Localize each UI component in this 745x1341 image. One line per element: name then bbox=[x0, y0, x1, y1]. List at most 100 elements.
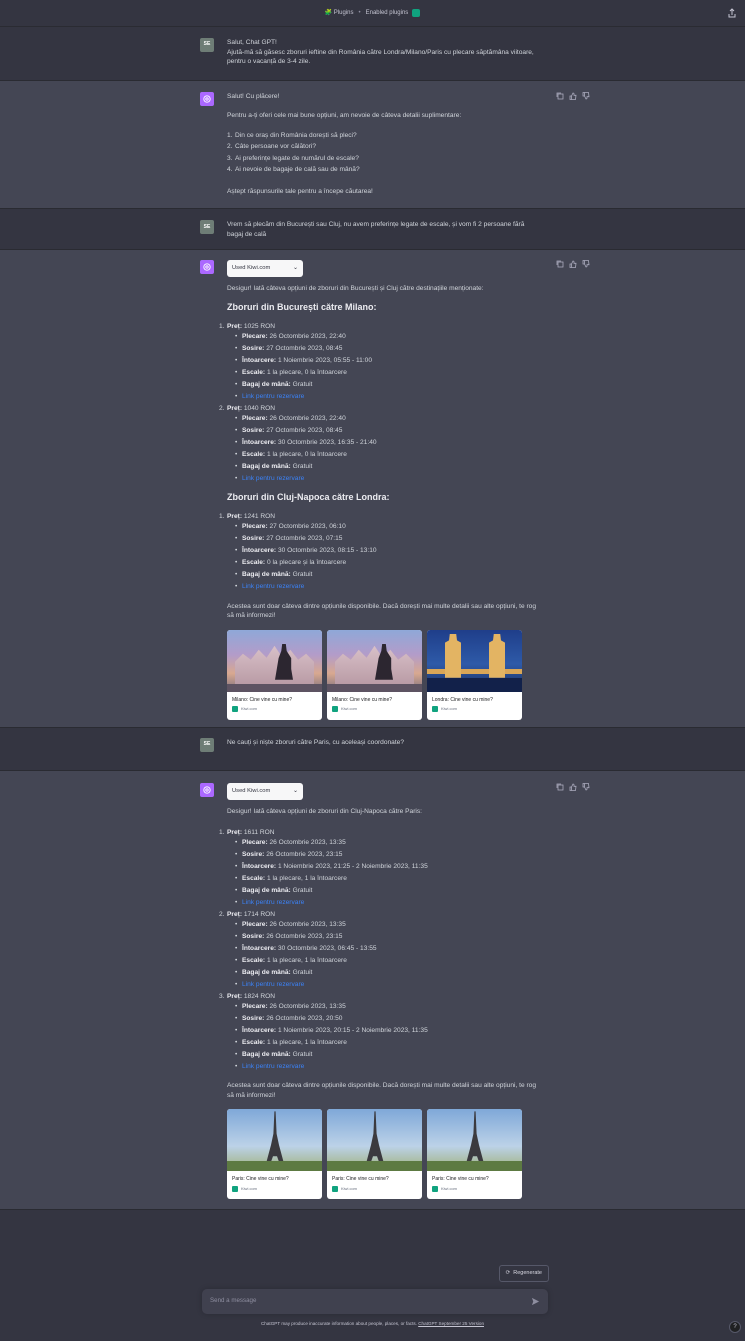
flight-detail: Întoarcere: 1 Noiembrie 2023, 20:15 - 2 … bbox=[235, 1026, 540, 1036]
user-avatar: SE bbox=[200, 220, 214, 235]
help-button[interactable]: ? bbox=[729, 1321, 741, 1333]
eiffel-tower-image bbox=[327, 1109, 422, 1172]
chatgpt-avatar bbox=[200, 782, 214, 797]
card-caption: Londra: Cine vine cu mine? bbox=[432, 696, 493, 703]
card-source: Kiwi.com bbox=[341, 706, 358, 712]
separator-dot: • bbox=[358, 9, 361, 16]
thumbs-up-icon[interactable] bbox=[569, 783, 577, 791]
message-actions bbox=[556, 91, 590, 100]
thumbs-up-icon[interactable] bbox=[569, 92, 577, 100]
flight-detail: Plecare: 26 Octombrie 2023, 13:35 bbox=[235, 920, 540, 930]
flight-detail: Întoarcere: 30 Octombrie 2023, 06:45 - 1… bbox=[235, 944, 540, 954]
flight-option: 3.Preț: 1824 RON Plecare: 26 Octombrie 2… bbox=[219, 992, 540, 1072]
image-cards: Paris: Cine vine cu mine? Kiwi.com Paris… bbox=[227, 1109, 540, 1200]
flight-detail: Escale: 1 la plecare, 0 la întoarcere bbox=[235, 368, 540, 378]
flight-detail: Escale: 1 la plecare, 1 la întoarcere bbox=[235, 874, 540, 884]
booking-link[interactable]: Link pentru rezervare bbox=[235, 474, 540, 484]
thumbs-down-icon[interactable] bbox=[582, 91, 590, 100]
copy-icon[interactable] bbox=[556, 783, 564, 791]
milan-cathedral-image bbox=[327, 629, 422, 692]
enabled-plugins-button[interactable]: Enabled plugins bbox=[366, 9, 409, 18]
copy-icon[interactable] bbox=[556, 92, 564, 100]
chatgpt-avatar bbox=[200, 259, 214, 274]
list-item: 2. Câte persoane vor călători? bbox=[227, 143, 317, 151]
thumbs-up-icon[interactable] bbox=[569, 260, 577, 268]
flight-detail: Plecare: 26 Octombrie 2023, 13:35 bbox=[235, 838, 540, 848]
openai-logo-icon bbox=[203, 786, 211, 794]
message-actions bbox=[556, 782, 590, 791]
card-caption: Milano: Cine vine cu mine? bbox=[332, 696, 393, 703]
question-list: 1. Din ce oraș din România dorești să ple… bbox=[227, 131, 540, 175]
plugin-used-dropdown[interactable]: Used Kiwi.com ⌄ bbox=[227, 782, 303, 800]
refresh-icon: ⟳ bbox=[505, 1269, 511, 1276]
flight-detail: Sosire: 26 Octombrie 2023, 20:50 bbox=[235, 1014, 540, 1024]
message-text: Salut, Chat GPT! bbox=[227, 39, 277, 46]
assistant-message: Used Kiwi.com ⌄ Desigur! Iată câteva opț… bbox=[0, 249, 745, 728]
outro-text: Acestea sunt doar câteva dintre opțiunil… bbox=[227, 602, 536, 620]
booking-link[interactable]: Link pentru rezervare bbox=[235, 1062, 540, 1072]
share-icon[interactable] bbox=[727, 8, 737, 18]
flight-detail: Plecare: 26 Octombrie 2023, 22:40 bbox=[235, 332, 540, 342]
flight-detail: Întoarcere: 1 Noiembrie 2023, 05:55 - 11… bbox=[235, 356, 540, 366]
assistant-message: Salut! Cu plăcere! Pentru a-ți oferi cel… bbox=[0, 80, 745, 210]
user-message: SE Salut, Chat GPT! Ajută-mă să găsesc z… bbox=[0, 27, 745, 81]
card-caption: Paris: Cine vine cu mine? bbox=[432, 1176, 489, 1183]
image-card[interactable]: Milano: Cine vine cu mine? Kiwi.com bbox=[227, 629, 322, 720]
flight-detail: Sosire: 27 Octombrie 2023, 08:45 bbox=[235, 344, 540, 354]
chatgpt-avatar bbox=[200, 91, 214, 106]
thumbs-down-icon[interactable] bbox=[582, 259, 590, 268]
flight-detail: Bagaj de mână: Gratuit bbox=[235, 380, 540, 390]
flight-detail: Întoarcere: 1 Noiembrie 2023, 21:25 - 2 … bbox=[235, 862, 540, 872]
thumbs-down-icon[interactable] bbox=[582, 782, 590, 791]
tower-bridge-image bbox=[427, 629, 522, 692]
booking-link[interactable]: Link pentru rezervare bbox=[235, 392, 540, 402]
section-heading: Zboruri din București către Milano: bbox=[227, 302, 377, 313]
kiwi-icon bbox=[332, 1185, 338, 1192]
image-card[interactable]: Paris: Cine vine cu mine? Kiwi.com bbox=[227, 1109, 322, 1200]
flight-detail: Sosire: 27 Octombrie 2023, 08:45 bbox=[235, 426, 540, 436]
flight-option: 2.Preț: 1040 RON Plecare: 26 Octombrie 2… bbox=[219, 404, 540, 484]
card-source: Kiwi.com bbox=[441, 1185, 458, 1191]
kiwi-icon bbox=[432, 1185, 438, 1192]
intro-text: Desigur! Iată câteva opțiuni de zboruri … bbox=[227, 284, 484, 292]
image-card[interactable]: Milano: Cine vine cu mine? Kiwi.com bbox=[327, 629, 422, 720]
flight-option: 1.Preț: 1241 RON Plecare: 27 Octombrie 2… bbox=[219, 512, 540, 592]
eiffel-tower-image bbox=[227, 1109, 322, 1172]
disclaimer-text: ChatGPT may produce inaccurate informati… bbox=[260, 1321, 417, 1326]
user-message: SE Ne cauți și niște zboruri către Paris… bbox=[0, 727, 745, 771]
list-item: 4. Ai nevoie de bagaje de cală sau de mân… bbox=[227, 166, 360, 174]
flight-detail: Bagaj de mână: Gratuit bbox=[235, 462, 540, 472]
plugin-used-dropdown[interactable]: Used Kiwi.com ⌄ bbox=[227, 259, 303, 277]
booking-link[interactable]: Link pentru rezervare bbox=[235, 898, 540, 908]
image-card[interactable]: Paris: Cine vine cu mine? Kiwi.com bbox=[427, 1109, 522, 1200]
regenerate-button[interactable]: ⟳ Regenerate bbox=[498, 1265, 549, 1282]
send-icon[interactable] bbox=[531, 1297, 540, 1306]
image-card[interactable]: Londra: Cine vine cu mine? Kiwi.com bbox=[427, 629, 522, 720]
card-source: Kiwi.com bbox=[241, 1185, 258, 1191]
kiwi-icon bbox=[232, 1185, 238, 1192]
flight-detail: Întoarcere: 30 Octombrie 2023, 08:15 - 1… bbox=[235, 546, 540, 556]
image-card[interactable]: Paris: Cine vine cu mine? Kiwi.com bbox=[327, 1109, 422, 1200]
flight-detail: Bagaj de mână: Gratuit bbox=[235, 1050, 540, 1060]
list-item: 3. Ai preferințe legate de numărul de esc… bbox=[227, 154, 359, 162]
flight-option: 1.Preț: 1025 RON Plecare: 26 Octombrie 2… bbox=[219, 322, 540, 402]
composer-area: ⟳ Regenerate Send a message ChatGPT may … bbox=[0, 1251, 745, 1341]
top-bar: 🧩 Plugins • Enabled plugins bbox=[0, 0, 745, 27]
input-placeholder: Send a message bbox=[210, 1297, 257, 1304]
flight-detail: Plecare: 26 Octombrie 2023, 22:40 bbox=[235, 414, 540, 424]
flight-option: 1.Preț: 1611 RON Plecare: 26 Octombrie 2… bbox=[219, 828, 540, 908]
booking-link[interactable]: Link pentru rezervare bbox=[235, 980, 540, 990]
flight-detail: Bagaj de mână: Gratuit bbox=[235, 968, 540, 978]
version-link[interactable]: ChatGPT September 25 Version bbox=[418, 1321, 484, 1326]
greeting-text: Salut! Cu plăcere! bbox=[227, 92, 280, 100]
section-heading: Zboruri din Cluj-Napoca către Londra: bbox=[227, 492, 390, 503]
message-input[interactable]: Send a message bbox=[202, 1289, 548, 1314]
flight-detail: Sosire: 26 Octombrie 2023, 23:15 bbox=[235, 932, 540, 942]
flight-detail: Escale: 1 la plecare, 1 la întoarcere bbox=[235, 1038, 540, 1048]
plugins-label: 🧩 Plugins bbox=[324, 9, 354, 16]
copy-icon[interactable] bbox=[556, 260, 564, 268]
flight-detail: Escale: 1 la plecare, 0 la întoarcere bbox=[235, 450, 540, 460]
flight-detail: Bagaj de mână: Gratuit bbox=[235, 886, 540, 896]
booking-link[interactable]: Link pentru rezervare bbox=[235, 582, 540, 592]
flight-detail: Plecare: 27 Octombrie 2023, 06:10 bbox=[235, 522, 540, 532]
